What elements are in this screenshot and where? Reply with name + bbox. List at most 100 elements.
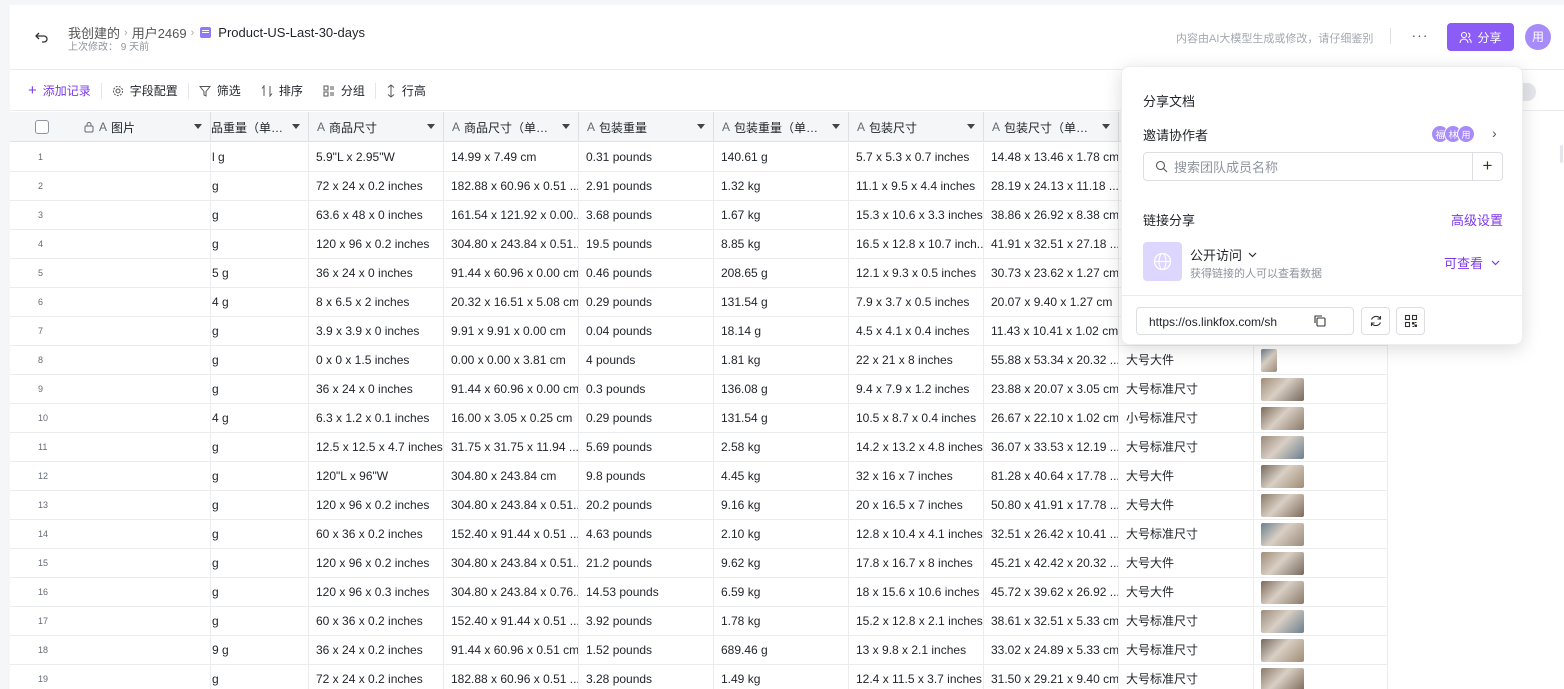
cell-package-weight-unit[interactable]: 140.61 g — [714, 143, 849, 172]
advanced-settings-link[interactable]: 高级设置 — [1451, 210, 1503, 229]
cell-package-size-unit[interactable]: 45.21 x 42.42 x 20.32 ... — [984, 549, 1119, 578]
cell-product-size[interactable]: 8 x 6.5 x 2 inches — [309, 288, 444, 317]
cell-product-size-unit[interactable]: 304.80 x 243.84 x 0.51... — [444, 491, 579, 520]
cell-package-weight-unit[interactable]: 9.16 kg — [714, 491, 849, 520]
cell-product-image[interactable] — [1254, 346, 1388, 375]
cell-weight-unit[interactable]: g — [211, 230, 309, 259]
cell-product-size[interactable]: 60 x 36 x 0.2 inches — [309, 607, 444, 636]
product-thumbnail[interactable] — [1261, 378, 1304, 401]
field-config-button[interactable]: 字段配置 — [102, 78, 188, 104]
cell-product-size-unit[interactable]: 9.91 x 9.91 x 0.00 cm — [444, 317, 579, 346]
product-thumbnail[interactable] — [1261, 552, 1304, 575]
doc-title[interactable]: Product-US-Last-30-days — [218, 25, 365, 40]
cell-package-weight[interactable]: 14.53 pounds — [579, 578, 714, 607]
table-row[interactable]: 14 g 60 x 36 x 0.2 inches 152.40 x 91.44 x … — [10, 520, 1388, 549]
cell-product-image[interactable] — [1254, 520, 1388, 549]
product-thumbnail[interactable] — [1261, 523, 1304, 546]
cell-product-size[interactable]: 36 x 24 x 0.2 inches — [309, 636, 444, 665]
cell-package-weight-unit[interactable]: 1.49 kg — [714, 665, 849, 689]
cell-package-weight[interactable]: 21.2 pounds — [579, 549, 714, 578]
cell-package-size-unit[interactable]: 20.07 x 9.40 x 1.27 cm — [984, 288, 1119, 317]
cell-product-size-unit[interactable]: 0.00 x 0.00 x 3.81 cm — [444, 346, 579, 375]
permission-dropdown[interactable]: 可查看 — [1444, 253, 1500, 272]
cell-package-size-unit[interactable]: 14.48 x 13.46 x 1.78 cm — [984, 143, 1119, 172]
cell-product-size-unit[interactable]: 31.75 x 31.75 x 11.94 ... — [444, 433, 579, 462]
product-thumbnail[interactable] — [1261, 581, 1304, 604]
cell-package-weight[interactable]: 0.3 pounds — [579, 375, 714, 404]
filter-button[interactable]: 筛选 — [189, 78, 251, 104]
column-header-package-weight-unit[interactable]: A 包装重量（单… — [714, 112, 849, 142]
cell-size-tier[interactable]: 大号标准尺寸 — [1119, 607, 1254, 636]
caret-down-icon[interactable] — [292, 124, 300, 129]
cell-package-weight-unit[interactable]: 8.85 kg — [714, 230, 849, 259]
column-header-product-size[interactable]: A 商品尺寸 — [309, 112, 444, 142]
cell-package-weight-unit[interactable]: 208.65 g — [714, 259, 849, 288]
cell-product-size[interactable]: 36 x 24 x 0 inches — [309, 259, 444, 288]
caret-down-icon[interactable] — [562, 124, 570, 129]
cell-package-size-unit[interactable]: 55.88 x 53.34 x 20.32 ... — [984, 346, 1119, 375]
cell-package-size-unit[interactable]: 30.73 x 23.62 x 1.27 cm — [984, 259, 1119, 288]
cell-package-weight[interactable]: 0.04 pounds — [579, 317, 714, 346]
cell-package-size[interactable]: 22 x 21 x 8 inches — [849, 346, 984, 375]
cell-package-size-unit[interactable]: 41.91 x 32.51 x 27.18 ... — [984, 230, 1119, 259]
caret-down-icon[interactable] — [194, 124, 202, 129]
cell-size-tier[interactable]: 大号大件 — [1119, 462, 1254, 491]
cell-package-size-unit[interactable]: 50.80 x 41.91 x 17.78 ... — [984, 491, 1119, 520]
chevron-right-icon[interactable]: › — [1492, 125, 1497, 141]
cell-product-size[interactable]: 120"L x 96"W — [309, 462, 444, 491]
cell-weight-unit[interactable]: 9 g — [211, 636, 309, 665]
cell-package-weight[interactable]: 20.2 pounds — [579, 491, 714, 520]
sort-button[interactable]: 排序 — [251, 78, 313, 104]
cell-package-weight[interactable]: 0.31 pounds — [579, 143, 714, 172]
cell-package-size-unit[interactable]: 81.28 x 40.64 x 17.78 ... — [984, 462, 1119, 491]
product-thumbnail[interactable] — [1261, 436, 1304, 459]
product-thumbnail[interactable] — [1261, 349, 1277, 372]
share-url-field[interactable]: https://os.linkfox.com/sh — [1136, 307, 1354, 335]
cell-product-size-unit[interactable]: 304.80 x 243.84 x 0.51... — [444, 230, 579, 259]
cell-product-size[interactable]: 6.3 x 1.2 x 0.1 inches — [309, 404, 444, 433]
table-row[interactable]: 11 g 12.5 x 12.5 x 4.7 inches 31.75 x 31.75… — [10, 433, 1388, 462]
qr-code-button[interactable] — [1396, 307, 1425, 335]
copy-icon[interactable] — [1313, 314, 1327, 328]
select-all-checkbox[interactable] — [35, 120, 49, 134]
cell-weight-unit[interactable]: 4 g — [211, 404, 309, 433]
caret-down-icon[interactable] — [697, 124, 705, 129]
cell-package-size-unit[interactable]: 33.02 x 24.89 x 5.33 cm — [984, 636, 1119, 665]
cell-product-size-unit[interactable]: 152.40 x 91.44 x 0.51 ... — [444, 607, 579, 636]
cell-product-size[interactable]: 120 x 96 x 0.3 inches — [309, 578, 444, 607]
cell-package-size[interactable]: 7.9 x 3.7 x 0.5 inches — [849, 288, 984, 317]
cell-product-size-unit[interactable]: 91.44 x 60.96 x 0.00 cm — [444, 375, 579, 404]
cell-package-size[interactable]: 12.1 x 9.3 x 0.5 inches — [849, 259, 984, 288]
cell-package-weight-unit[interactable]: 9.62 kg — [714, 549, 849, 578]
cell-size-tier[interactable]: 大号标准尺寸 — [1119, 375, 1254, 404]
share-button[interactable]: 分享 — [1447, 23, 1514, 51]
cell-weight-unit[interactable]: g — [211, 549, 309, 578]
cell-product-size[interactable]: 3.9 x 3.9 x 0 inches — [309, 317, 444, 346]
product-thumbnail[interactable] — [1261, 465, 1304, 488]
cell-product-size-unit[interactable]: 304.80 x 243.84 x 0.76... — [444, 578, 579, 607]
cell-product-size-unit[interactable]: 152.40 x 91.44 x 0.51 ... — [444, 520, 579, 549]
product-thumbnail[interactable] — [1261, 407, 1304, 430]
cell-size-tier[interactable]: 大号标准尺寸 — [1119, 665, 1254, 689]
cell-package-weight-unit[interactable]: 1.32 kg — [714, 172, 849, 201]
column-header-package-size-unit[interactable]: A 包装尺寸（单… — [984, 112, 1119, 142]
cell-product-image[interactable] — [1254, 404, 1388, 433]
cell-product-image[interactable] — [1254, 578, 1388, 607]
cell-weight-unit[interactable]: g — [211, 520, 309, 549]
table-row[interactable]: 17 g 60 x 36 x 0.2 inches 152.40 x 91.44 x … — [10, 607, 1388, 636]
table-row[interactable]: 15 g 120 x 96 x 0.2 inches 304.80 x 243.84 … — [10, 549, 1388, 578]
cell-package-weight[interactable]: 2.91 pounds — [579, 172, 714, 201]
cell-package-weight[interactable]: 3.68 pounds — [579, 201, 714, 230]
cell-size-tier[interactable]: 大号大件 — [1119, 549, 1254, 578]
cell-weight-unit[interactable]: g — [211, 462, 309, 491]
cell-size-tier[interactable]: 大号标准尺寸 — [1119, 433, 1254, 462]
cell-package-weight[interactable]: 0.29 pounds — [579, 288, 714, 317]
table-row[interactable]: 16 g 120 x 96 x 0.3 inches 304.80 x 243.84 … — [10, 578, 1388, 607]
cell-package-weight-unit[interactable]: 18.14 g — [714, 317, 849, 346]
cell-size-tier[interactable]: 大号标准尺寸 — [1119, 520, 1254, 549]
cell-package-weight-unit[interactable]: 2.58 kg — [714, 433, 849, 462]
cell-package-size-unit[interactable]: 28.19 x 24.13 x 11.18 ... — [984, 172, 1119, 201]
cell-package-size[interactable]: 10.5 x 8.7 x 0.4 inches — [849, 404, 984, 433]
cell-package-weight-unit[interactable]: 2.10 kg — [714, 520, 849, 549]
table-row[interactable]: 18 9 g 36 x 24 x 0.2 inches 91.44 x 60.96 x… — [10, 636, 1388, 665]
